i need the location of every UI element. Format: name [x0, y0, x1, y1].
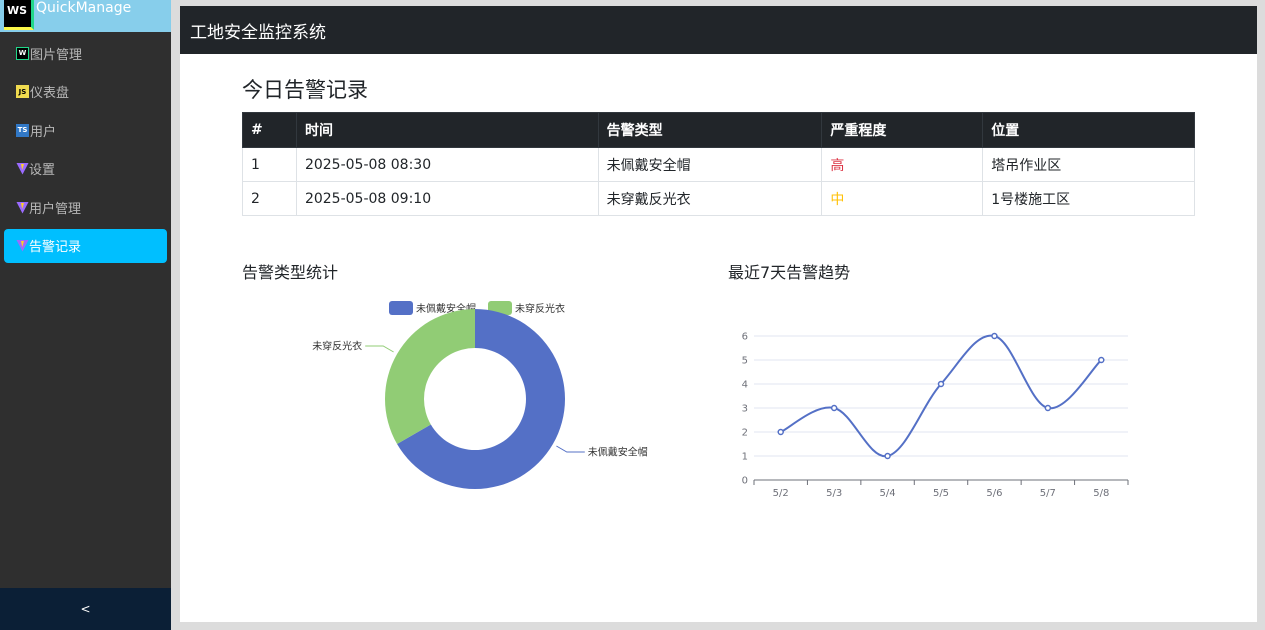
pie-slice-label: 未穿反光衣 — [312, 340, 362, 353]
x-tick-label: 5/4 — [880, 488, 896, 499]
vite-icon — [16, 240, 29, 252]
line-point[interactable] — [884, 452, 891, 460]
webstorm-icon: W — [16, 46, 29, 60]
cell-type: 未穿戴反光衣 — [597, 181, 823, 216]
line-point[interactable] — [991, 332, 998, 340]
table-header-row: # 时间 告警类型 严重程度 位置 — [242, 112, 1195, 148]
sidebar-item-label: 仪表盘 — [30, 86, 70, 101]
main-content: 工地安全监控系统 今日告警记录 # 时间 告警类型 严重程度 位置 1 2025… — [180, 6, 1257, 622]
sidebar-item-label: 用户 — [30, 124, 57, 140]
column-header-type: 告警类型 — [597, 112, 823, 148]
cell-time: 2025-05-08 08:30 — [295, 147, 599, 182]
x-tick-label: 5/7 — [1040, 488, 1056, 499]
sidebar-item-users[interactable]: TS 用户 — [4, 113, 167, 147]
line-series — [780, 334, 1102, 458]
y-tick-label: 3 — [742, 404, 748, 415]
vite-icon — [16, 201, 29, 213]
column-header-severity: 严重程度 — [821, 112, 984, 148]
cell-location: 塔吊作业区 — [982, 147, 1195, 182]
sidebar-collapse-button[interactable]: < — [0, 588, 171, 630]
line-point[interactable] — [830, 404, 838, 412]
pie-label-line — [365, 345, 394, 353]
x-tick-label: 5/5 — [933, 488, 949, 499]
sidebar-item-alert-records[interactable]: 告警记录 — [4, 228, 167, 263]
sidebar-item-label: 用户管理 — [29, 201, 82, 217]
pie-slice-label: 未佩戴安全帽 — [588, 446, 648, 459]
y-tick-label: 2 — [742, 428, 748, 439]
y-tick-label: 5 — [742, 356, 748, 367]
cell-time: 2025-05-08 09:10 — [295, 181, 599, 216]
line-point[interactable] — [1098, 356, 1105, 364]
cell-severity: 高 — [821, 147, 984, 182]
sidebar-item-settings[interactable]: 设置 — [4, 152, 167, 186]
sidebar-item-user-management[interactable]: 用户管理 — [4, 190, 167, 224]
brand-name: QuickManage — [36, 0, 132, 16]
pie-label-line — [556, 445, 585, 453]
legend-swatch[interactable] — [389, 301, 413, 315]
x-tick-label: 5/3 — [826, 488, 842, 499]
webstorm-logo-icon: WS — [4, 0, 34, 30]
column-header-time: 时间 — [295, 112, 599, 148]
javascript-icon: JS — [16, 85, 29, 98]
x-tick-label: 5/6 — [986, 488, 1002, 499]
line-point[interactable] — [1044, 404, 1052, 412]
cell-location: 1号楼施工区 — [982, 181, 1195, 216]
typescript-icon: TS — [16, 123, 29, 137]
sidebar-item-label: 设置 — [29, 163, 56, 178]
alert-type-pie-chart: 未佩戴安全帽 未穿反光衣未佩戴安全帽未穿反光衣 — [312, 301, 648, 489]
y-tick-label: 0 — [742, 476, 748, 487]
y-tick-label: 4 — [742, 380, 748, 391]
cell-index: 2 — [242, 181, 297, 216]
cell-type: 未佩戴安全帽 — [597, 147, 823, 182]
column-header-location: 位置 — [982, 112, 1195, 148]
line-point[interactable] — [777, 428, 784, 436]
y-tick-label: 1 — [742, 452, 748, 463]
x-tick-label: 5/8 — [1093, 488, 1109, 499]
cell-severity: 中 — [821, 181, 984, 216]
table-row: 1 2025-05-08 08:30 未佩戴安全帽 高 塔吊作业区 — [242, 147, 1195, 182]
line-point[interactable] — [937, 380, 945, 388]
table-row: 2 2025-05-08 09:10 未穿戴反光衣 中 1号楼施工区 — [242, 181, 1195, 216]
top-header: 工地安全监控系统 — [180, 6, 1257, 54]
column-header-index: # — [242, 112, 297, 148]
legend-label[interactable]: 未穿反光衣 — [515, 302, 565, 315]
sidebar-item-label: 图片管理 — [30, 47, 83, 63]
sidebar-item-label: 告警记录 — [29, 240, 82, 255]
vite-icon — [16, 163, 29, 175]
sidebar: WS QuickManage W 图片管理 JS 仪表盘 TS 用户 设置 用户… — [0, 0, 171, 630]
sidebar-item-dashboard[interactable]: JS 仪表盘 — [4, 75, 167, 109]
alerts-section-title: 今日告警记录 — [242, 78, 368, 102]
pie-slice[interactable] — [385, 309, 475, 444]
line-chart-title: 最近7天告警趋势 — [728, 263, 851, 282]
x-tick-label: 5/2 — [773, 488, 789, 499]
sidebar-nav: W 图片管理 JS 仪表盘 TS 用户 设置 用户管理 告警记录 — [0, 32, 171, 263]
alerts-table: # 时间 告警类型 严重程度 位置 1 2025-05-08 08:30 未佩戴… — [242, 112, 1195, 216]
alert-trend-line-chart: 0 1 2 3 4 5 6 5/2 5/3 5/4 5/5 5/6 5/7 5/8 — [742, 332, 1129, 499]
pie-chart-title: 告警类型统计 — [242, 263, 339, 282]
cell-index: 1 — [242, 147, 297, 182]
page-title: 工地安全监控系统 — [190, 22, 326, 43]
y-tick-label: 6 — [742, 332, 748, 343]
sidebar-item-images[interactable]: W 图片管理 — [4, 36, 167, 70]
brand[interactable]: WS QuickManage — [0, 0, 171, 32]
